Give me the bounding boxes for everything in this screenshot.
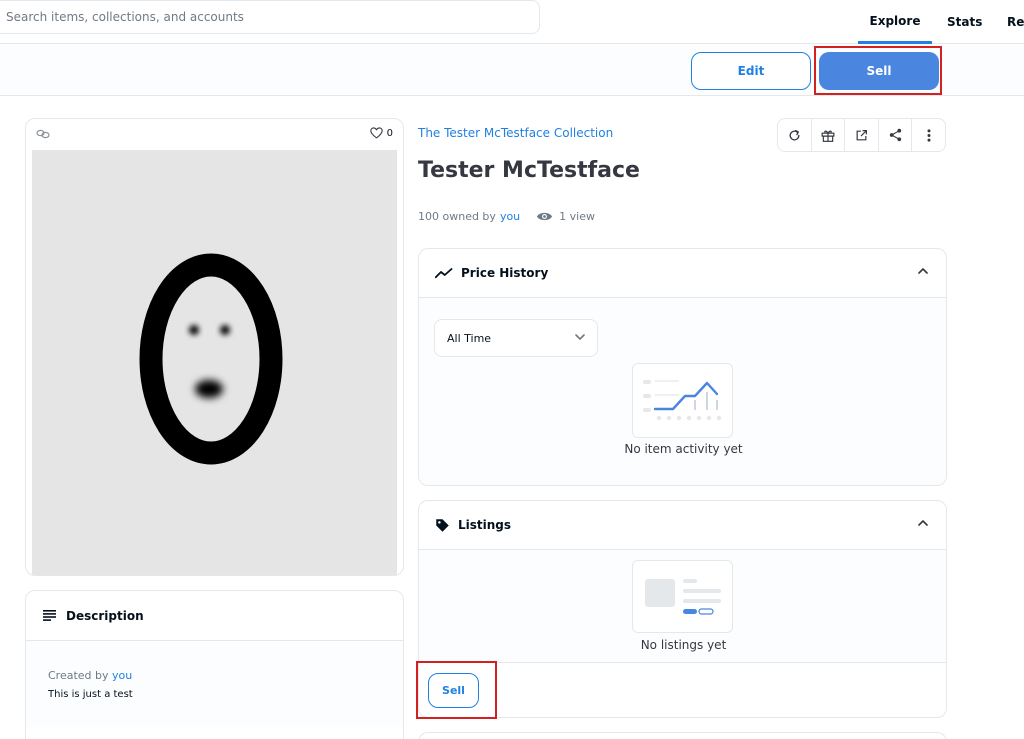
created-by-prefix: Created by bbox=[48, 669, 109, 682]
favorite-count: 0 bbox=[386, 127, 393, 139]
price-history-body: All Time No item activity yet bbox=[419, 298, 946, 485]
listings-placeholder-icon bbox=[645, 579, 721, 615]
item-toolbar bbox=[777, 118, 946, 152]
open-external-button[interactable] bbox=[845, 119, 879, 151]
chart-placeholder-icon bbox=[643, 380, 722, 421]
price-history-panel: Price History All Time No item activity … bbox=[418, 248, 947, 486]
more-options-button[interactable] bbox=[912, 119, 945, 151]
item-image-card: 0 bbox=[25, 118, 404, 576]
listings-sell-button[interactable]: Sell bbox=[428, 673, 479, 708]
listings-title: Listings bbox=[458, 518, 512, 532]
owner-link[interactable]: you bbox=[500, 210, 520, 223]
listings-empty-message: No listings yet bbox=[640, 638, 727, 652]
chevron-up-icon[interactable] bbox=[918, 267, 928, 274]
price-history-title: Price History bbox=[461, 266, 549, 280]
chain-icon bbox=[36, 129, 50, 139]
description-card: Description Created by you This is just … bbox=[25, 590, 404, 739]
item-title: Tester McTestface bbox=[418, 158, 640, 183]
refresh-icon bbox=[789, 129, 800, 140]
image-card-header: 0 bbox=[26, 119, 403, 150]
next-panel-edge bbox=[418, 732, 947, 739]
views-text: 1 view bbox=[559, 210, 595, 223]
refresh-button[interactable] bbox=[778, 119, 812, 151]
time-range-value: All Time bbox=[447, 331, 492, 345]
heart-icon[interactable] bbox=[369, 127, 383, 139]
nav-resources[interactable]: Res bbox=[1007, 0, 1024, 44]
top-navigation-bar: Explore Stats Res bbox=[0, 0, 1024, 44]
eye-icon bbox=[537, 212, 553, 221]
nav-explore[interactable]: Explore bbox=[858, 0, 932, 44]
tag-icon bbox=[436, 518, 449, 532]
item-artwork[interactable] bbox=[32, 150, 397, 575]
description-text: This is just a test bbox=[48, 689, 133, 700]
description-header[interactable]: Description bbox=[26, 591, 403, 641]
search-input[interactable] bbox=[0, 1, 539, 33]
owned-prefix: 100 owned by bbox=[418, 210, 496, 223]
description-title: Description bbox=[66, 608, 144, 623]
search-box[interactable] bbox=[0, 0, 540, 34]
artwork-face-zero bbox=[139, 253, 283, 465]
price-history-header[interactable]: Price History bbox=[419, 249, 946, 298]
collection-link[interactable]: The Tester McTestface Collection bbox=[418, 126, 613, 140]
external-link-icon bbox=[856, 129, 867, 140]
listings-body: No listings yet bbox=[419, 550, 946, 663]
empty-chart-illustration bbox=[632, 363, 733, 438]
view-count: 1 view bbox=[536, 210, 595, 223]
sell-button[interactable]: Sell bbox=[819, 52, 939, 90]
chevron-down-icon bbox=[575, 334, 585, 340]
created-by: Created by you bbox=[48, 669, 403, 682]
empty-listings-illustration bbox=[632, 560, 733, 633]
edit-button[interactable]: Edit bbox=[691, 52, 811, 90]
owner-action-bar: Edit Sell bbox=[0, 44, 1024, 96]
price-history-empty-message: No item activity yet bbox=[624, 442, 743, 456]
transfer-button[interactable] bbox=[812, 119, 846, 151]
listings-header[interactable]: Listings bbox=[419, 501, 946, 550]
chevron-up-icon[interactable] bbox=[918, 519, 928, 526]
share-button[interactable] bbox=[879, 119, 913, 151]
share-icon bbox=[889, 128, 901, 142]
gift-icon bbox=[821, 130, 835, 142]
creator-link[interactable]: you bbox=[112, 669, 132, 682]
favorite-control[interactable]: 0 bbox=[369, 127, 393, 139]
listings-panel: Listings No listings yet bbox=[418, 500, 947, 718]
time-range-select[interactable]: All Time bbox=[434, 319, 598, 357]
description-body: Created by you This is just a test bbox=[26, 641, 403, 727]
ownership-info: 100 owned by you 1 view bbox=[418, 210, 595, 223]
trend-chart-icon bbox=[435, 267, 453, 278]
nav-stats[interactable]: Stats bbox=[947, 0, 982, 44]
more-vertical-icon bbox=[927, 128, 931, 142]
lines-icon bbox=[43, 610, 56, 621]
